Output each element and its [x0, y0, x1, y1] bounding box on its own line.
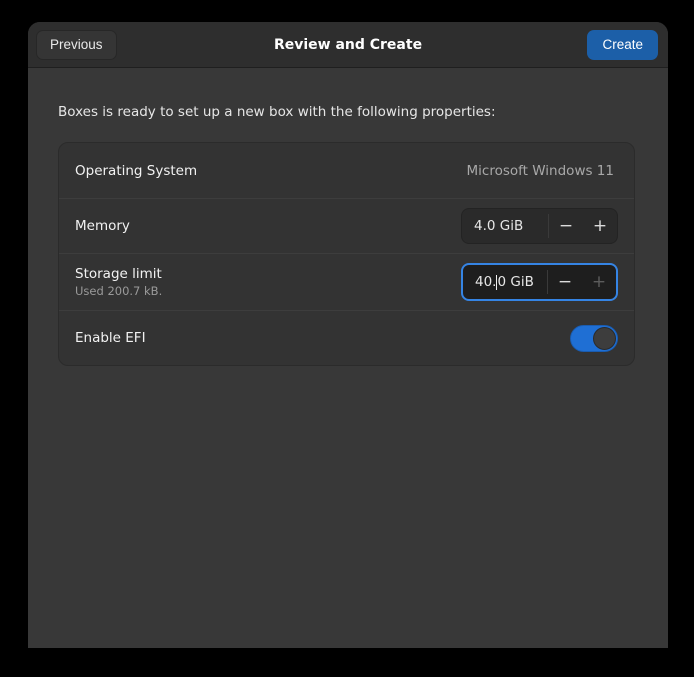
previous-button[interactable]: Previous — [36, 29, 117, 60]
row-storage-limit: Storage limit Used 200.7 kB. 40. 0 GiB − … — [59, 253, 634, 310]
boxes-window: Previous Review and Create Create Boxes … — [28, 22, 668, 648]
row-labels: Memory — [75, 218, 130, 234]
row-labels: Operating System — [75, 163, 197, 179]
memory-spin-button[interactable]: 4.0 GiB − + — [461, 208, 618, 244]
storage-limit-value-after-caret: 0 GiB — [497, 274, 534, 290]
storage-limit-input[interactable]: 40. 0 GiB — [463, 265, 547, 299]
row-operating-system: Operating System Microsoft Windows 11 — [59, 143, 634, 198]
header-bar: Previous Review and Create Create — [28, 22, 668, 68]
memory-increment-icon[interactable]: + — [583, 209, 617, 243]
storage-limit-value-before-caret: 40. — [475, 274, 497, 290]
storage-limit-label: Storage limit — [75, 266, 162, 282]
storage-limit-increment-icon: + — [591, 272, 607, 292]
memory-label: Memory — [75, 218, 130, 234]
properties-card: Operating System Microsoft Windows 11 Me… — [58, 142, 635, 366]
create-button[interactable]: Create — [587, 30, 658, 60]
content-area: Boxes is ready to set up a new box with … — [28, 68, 668, 366]
storage-limit-spin-button[interactable]: 40. 0 GiB − + — [461, 263, 618, 301]
enable-efi-label: Enable EFI — [75, 330, 146, 346]
storage-limit-subtitle: Used 200.7 kB. — [75, 284, 163, 298]
operating-system-value: Microsoft Windows 11 — [466, 162, 614, 179]
row-memory: Memory 4.0 GiB − + — [59, 198, 634, 253]
memory-decrement-icon[interactable]: − — [549, 209, 583, 243]
intro-text: Boxes is ready to set up a new box with … — [58, 104, 496, 120]
row-labels: Enable EFI — [75, 330, 146, 346]
storage-limit-decrement-icon[interactable]: − — [548, 265, 582, 299]
row-labels: Storage limit Used 200.7 kB. — [75, 266, 162, 298]
page-title: Review and Create — [273, 37, 423, 53]
enable-efi-switch[interactable] — [570, 324, 618, 352]
memory-input[interactable]: 4.0 GiB — [462, 209, 548, 243]
row-enable-efi: Enable EFI — [59, 310, 634, 365]
operating-system-label: Operating System — [75, 162, 198, 179]
switch-knob — [593, 326, 616, 350]
